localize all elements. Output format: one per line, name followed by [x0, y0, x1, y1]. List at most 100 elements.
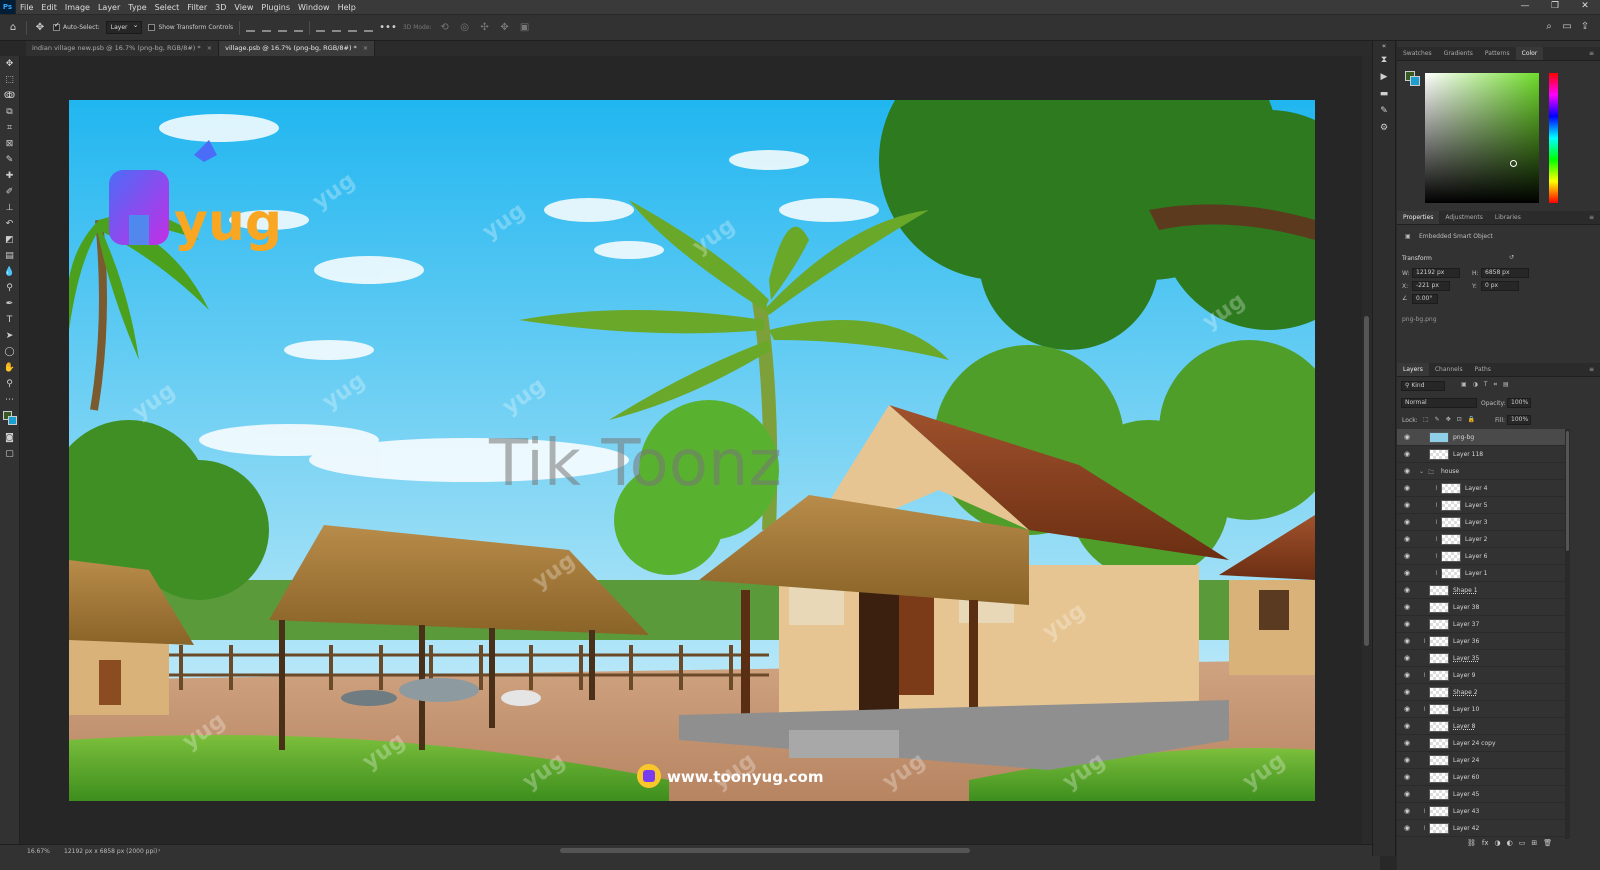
- layer-row[interactable]: ◉ png-bg: [1397, 429, 1565, 446]
- 3d-drag-icon[interactable]: ✣: [478, 22, 492, 33]
- visibility-eye-icon[interactable]: ◉: [1404, 467, 1410, 475]
- visibility-eye-icon[interactable]: ◉: [1404, 433, 1410, 441]
- angle-field[interactable]: 0.00°: [1412, 294, 1438, 304]
- visibility-eye-icon[interactable]: ◉: [1404, 756, 1410, 764]
- tab-indian-village[interactable]: indian village new.psb @ 16.7% (png-bg, …: [26, 41, 220, 56]
- tab-channels[interactable]: Channels: [1429, 363, 1469, 376]
- zoom-level[interactable]: 16.67%: [27, 848, 50, 855]
- comments-icon[interactable]: ▬: [1373, 85, 1395, 102]
- width-field[interactable]: 12192 px: [1412, 268, 1460, 278]
- layer-row[interactable]: ◉ Layer 118: [1397, 446, 1565, 463]
- menu-file[interactable]: File: [16, 3, 37, 12]
- y-field[interactable]: 0 px: [1481, 281, 1519, 291]
- pen-tool-icon[interactable]: ✒: [0, 296, 19, 312]
- menu-help[interactable]: Help: [334, 3, 360, 12]
- visibility-eye-icon[interactable]: ◉: [1404, 722, 1410, 730]
- tab-swatches[interactable]: Swatches: [1397, 47, 1438, 60]
- 3d-camera-icon[interactable]: ▣: [518, 22, 532, 33]
- close-tab-icon[interactable]: ×: [207, 44, 212, 52]
- zoom-tool-icon[interactable]: ⚲: [0, 376, 19, 392]
- visibility-eye-icon[interactable]: ◉: [1404, 450, 1410, 458]
- screen-mode-icon[interactable]: ▢: [0, 446, 19, 462]
- height-field[interactable]: 6858 px: [1481, 268, 1529, 278]
- visibility-eye-icon[interactable]: ◉: [1404, 790, 1410, 798]
- fill-field[interactable]: 100%: [1507, 415, 1531, 425]
- tab-properties[interactable]: Properties: [1397, 211, 1440, 224]
- distribute-vertical-icon[interactable]: [364, 23, 374, 32]
- filter-icons[interactable]: ▣◑T⌗▤: [1461, 381, 1515, 389]
- layer-row[interactable]: ◉ ⌇ Layer 2: [1397, 531, 1565, 548]
- layer-group-row[interactable]: ◉ ⌄ 🗀 house: [1397, 463, 1565, 480]
- visibility-eye-icon[interactable]: ◉: [1404, 807, 1410, 815]
- hand-tool-icon[interactable]: ✋: [0, 360, 19, 376]
- distribute-icon[interactable]: [294, 23, 304, 32]
- home-icon[interactable]: ⌂: [6, 22, 20, 33]
- tab-paths[interactable]: Paths: [1469, 363, 1497, 376]
- align-center-icon[interactable]: [262, 23, 272, 32]
- path-select-tool-icon[interactable]: ➤: [0, 328, 19, 344]
- share-icon[interactable]: ⇪: [1578, 21, 1592, 32]
- visibility-eye-icon[interactable]: ◉: [1404, 518, 1410, 526]
- visibility-eye-icon[interactable]: ◉: [1404, 739, 1410, 747]
- kind-filter-dropdown[interactable]: ⚲ Kind: [1401, 381, 1445, 391]
- visibility-eye-icon[interactable]: ◉: [1404, 569, 1410, 577]
- chevron-down-icon[interactable]: ⌄: [1419, 468, 1424, 475]
- layer-row[interactable]: ◉ ⌇ Layer 1: [1397, 565, 1565, 582]
- tab-gradients[interactable]: Gradients: [1438, 47, 1479, 60]
- tab-patterns[interactable]: Patterns: [1479, 47, 1516, 60]
- frame-tool-icon[interactable]: ⊠: [0, 136, 19, 152]
- menu-plugins[interactable]: Plugins: [257, 3, 294, 12]
- move-tool-icon[interactable]: ✥: [0, 56, 19, 72]
- visibility-eye-icon[interactable]: ◉: [1404, 535, 1410, 543]
- align-left-icon[interactable]: [246, 23, 256, 32]
- adjustments-icon[interactable]: ⚙: [1373, 119, 1395, 136]
- visibility-eye-icon[interactable]: ◉: [1404, 501, 1410, 509]
- clone-stamp-tool-icon[interactable]: ⊥: [0, 200, 19, 216]
- actions-play-icon[interactable]: ▶: [1373, 68, 1395, 85]
- layer-row[interactable]: ◉ Layer 45: [1397, 786, 1565, 803]
- color-picker-handle[interactable]: [1510, 160, 1517, 167]
- edit-toolbar-icon[interactable]: ⋯: [0, 392, 19, 408]
- tab-color[interactable]: Color: [1515, 47, 1544, 60]
- adjustment-layer-icon[interactable]: ◐: [1507, 839, 1513, 853]
- canvas-artwork[interactable]: yug yug yug yug yug yug yug yug yug yug …: [69, 100, 1315, 801]
- visibility-eye-icon[interactable]: ◉: [1404, 705, 1410, 713]
- auto-select-target-dropdown[interactable]: Layer: [105, 20, 143, 34]
- workspace-icon[interactable]: ▭: [1560, 21, 1574, 32]
- delete-layer-icon[interactable]: 🗑: [1543, 839, 1552, 853]
- shape-tool-icon[interactable]: ◯: [0, 344, 19, 360]
- layer-row[interactable]: ◉ Shape 2: [1397, 684, 1565, 701]
- align-right-icon[interactable]: [278, 23, 288, 32]
- brush-tool-icon[interactable]: ✐: [0, 184, 19, 200]
- lock-icons[interactable]: ⬚✎✥⊡🔒: [1423, 416, 1481, 423]
- status-menu-arrow-icon[interactable]: ›: [158, 847, 160, 854]
- layer-row[interactable]: ◉ ⌇ Layer 36: [1397, 633, 1565, 650]
- close-button[interactable]: ✕: [1570, 0, 1600, 14]
- brush-settings-icon[interactable]: ✎: [1373, 102, 1395, 119]
- layer-row[interactable]: ◉ Layer 38: [1397, 599, 1565, 616]
- vertical-scrollbar[interactable]: [1362, 56, 1372, 844]
- menu-image[interactable]: Image: [61, 3, 94, 12]
- lasso-tool-icon[interactable]: ↂ: [0, 88, 19, 104]
- new-group-icon[interactable]: ▭: [1519, 839, 1526, 853]
- fx-icon[interactable]: fx: [1482, 839, 1489, 853]
- menu-window[interactable]: Window: [294, 3, 334, 12]
- marquee-tool-icon[interactable]: ⬚: [0, 72, 19, 88]
- more-options-button[interactable]: •••: [379, 22, 397, 33]
- eyedropper-tool-icon[interactable]: ✎: [0, 152, 19, 168]
- layer-row[interactable]: ◉ ⌇ Layer 4: [1397, 480, 1565, 497]
- menu-filter[interactable]: Filter: [183, 3, 211, 12]
- layer-row[interactable]: ◉ Shape 1: [1397, 582, 1565, 599]
- layer-row[interactable]: ◉ ⌇ Layer 43: [1397, 803, 1565, 820]
- align-top-icon[interactable]: [316, 23, 326, 32]
- visibility-eye-icon[interactable]: ◉: [1404, 603, 1410, 611]
- layers-scrollbar[interactable]: [1565, 429, 1570, 839]
- 3d-rotate-icon[interactable]: ⟲: [438, 22, 452, 33]
- tab-layers[interactable]: Layers: [1397, 363, 1429, 376]
- visibility-eye-icon[interactable]: ◉: [1404, 620, 1410, 628]
- crop-tool-icon[interactable]: ⌗: [0, 120, 19, 136]
- blend-mode-dropdown[interactable]: Normal: [1401, 398, 1477, 408]
- color-swatches[interactable]: [0, 408, 19, 430]
- tab-village[interactable]: village.psb @ 16.7% (png-bg, RGB/8#) * ×: [219, 41, 376, 56]
- background-color-swatch[interactable]: [8, 416, 17, 425]
